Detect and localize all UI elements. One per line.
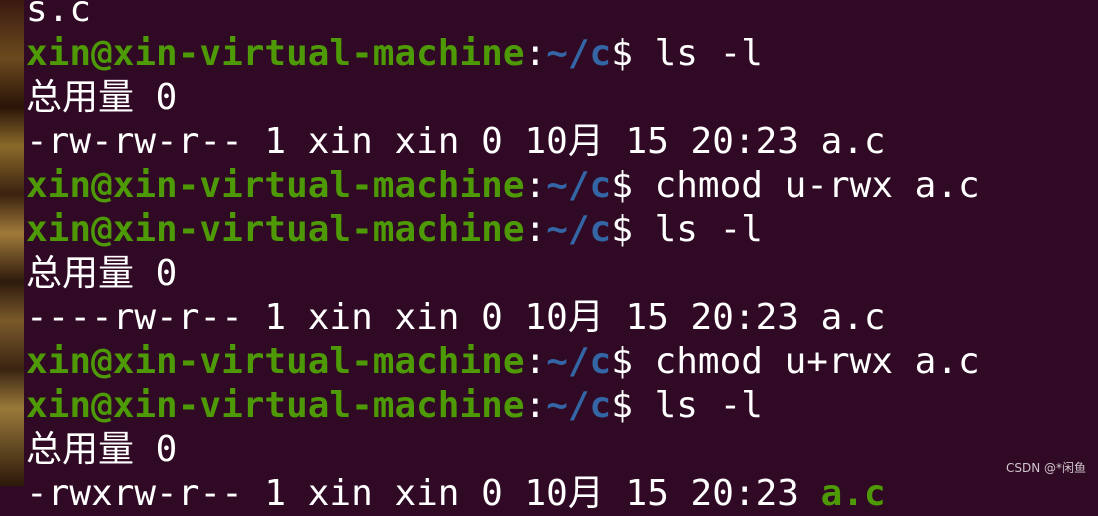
prompt-path: ~/c	[546, 385, 612, 426]
prompt-symbol: $	[611, 165, 655, 206]
output-text: -rw-rw-r-- 1 xin xin 0 10月 15 20:23 a.c	[26, 121, 886, 162]
output-line: -rwxrw-r-- 1 xin xin 0 10月 15 20:23 a.c	[26, 472, 1098, 516]
watermark: CSDN @*闲鱼	[1005, 461, 1086, 475]
output-text: 总用量 0	[26, 429, 178, 470]
command-text: chmod u-rwx a.c	[654, 165, 980, 206]
prompt-user-host: xin@xin-virtual-machine	[26, 209, 525, 250]
prompt-path: ~/c	[546, 165, 612, 206]
prompt-symbol: $	[611, 33, 655, 74]
prompt-line: xin@xin-virtual-machine:~/c$ ls -l	[26, 32, 1098, 76]
background-wallpaper-strip	[0, 0, 24, 486]
output-text: -rwxrw-r-- 1 xin xin 0 10月 15 20:23	[26, 473, 821, 514]
prompt-user-host: xin@xin-virtual-machine	[26, 341, 525, 382]
output-text: ----rw-r-- 1 xin xin 0 10月 15 20:23 a.c	[26, 297, 886, 338]
prompt-line: xin@xin-virtual-machine:~/c$ ls -l	[26, 208, 1098, 252]
prompt-user-host: xin@xin-virtual-machine	[26, 385, 525, 426]
prompt-separator: :	[524, 341, 547, 382]
terminal-output[interactable]: s.c xin@xin-virtual-machine:~/c$ ls -l 总用量…	[26, 0, 1098, 514]
command-text: ls -l	[654, 33, 763, 74]
output-line: 总用量 0	[26, 428, 1098, 472]
output-text: 总用量 0	[26, 77, 178, 118]
prompt-line: xin@xin-virtual-machine:~/c$ ls -l	[26, 384, 1098, 428]
prompt-separator: :	[524, 209, 547, 250]
executable-filename: a.c	[820, 473, 886, 514]
output-line: ----rw-r-- 1 xin xin 0 10月 15 20:23 a.c	[26, 296, 1098, 340]
output-line: 总用量 0	[26, 76, 1098, 120]
command-text: chmod u+rwx a.c	[654, 341, 980, 382]
prompt-separator: :	[524, 33, 547, 74]
prompt-symbol: $	[611, 341, 655, 382]
output-text: 总用量 0	[26, 253, 178, 294]
prompt-line: xin@xin-virtual-machine:~/c$ chmod u+rwx…	[26, 340, 1098, 384]
output-line: s.c	[26, 0, 1098, 32]
prompt-separator: :	[524, 165, 547, 206]
prompt-user-host: xin@xin-virtual-machine	[26, 165, 525, 206]
command-text: ls -l	[654, 209, 763, 250]
prompt-separator: :	[524, 385, 547, 426]
prompt-line: xin@xin-virtual-machine:~/c$ chmod u-rwx…	[26, 164, 1098, 208]
prompt-path: ~/c	[546, 341, 612, 382]
output-text: s.c	[26, 0, 92, 30]
prompt-symbol: $	[611, 385, 655, 426]
prompt-path: ~/c	[546, 33, 612, 74]
prompt-user-host: xin@xin-virtual-machine	[26, 33, 525, 74]
output-line: -rw-rw-r-- 1 xin xin 0 10月 15 20:23 a.c	[26, 120, 1098, 164]
command-text: ls -l	[654, 385, 763, 426]
prompt-path: ~/c	[546, 209, 612, 250]
prompt-symbol: $	[611, 209, 655, 250]
output-line: 总用量 0	[26, 252, 1098, 296]
